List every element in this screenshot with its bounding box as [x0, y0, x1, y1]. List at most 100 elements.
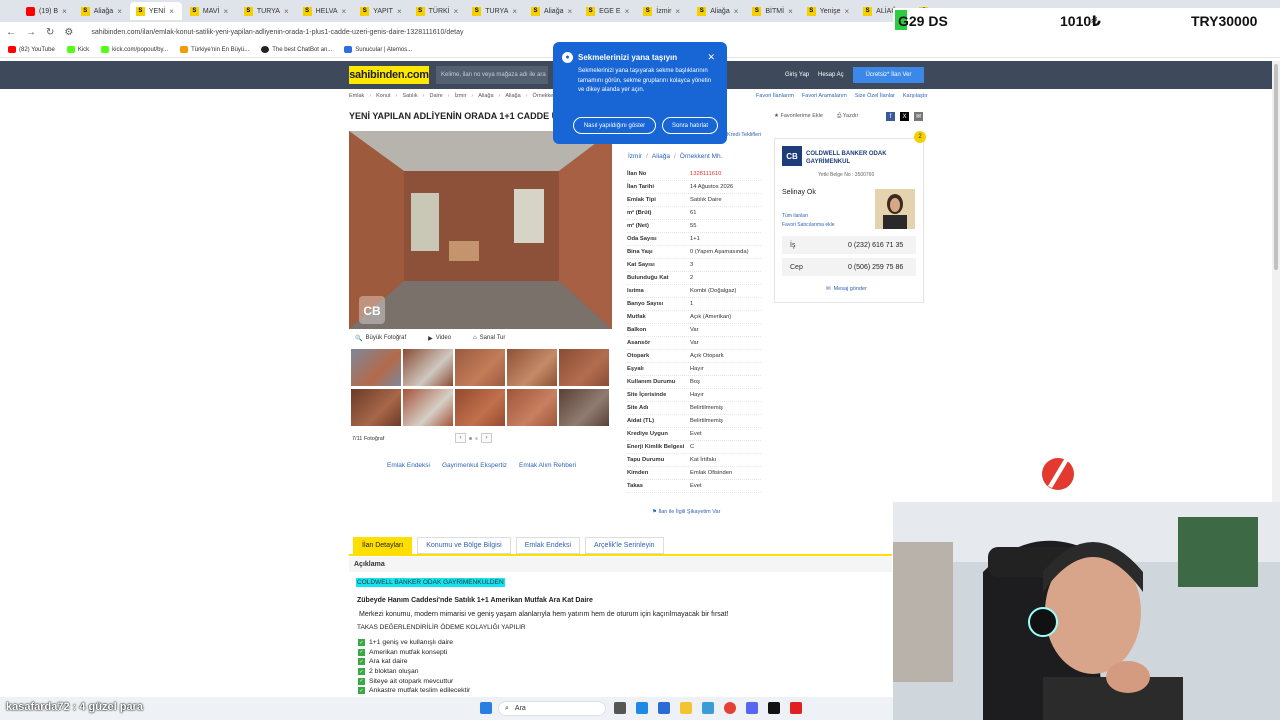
app-icon[interactable]	[702, 702, 714, 714]
detail-tab[interactable]: Emlak Endeksi	[515, 537, 581, 554]
photo-thumbnail[interactable]	[455, 349, 505, 386]
discord-icon[interactable]	[746, 702, 758, 714]
breadcrumb-item[interactable]: Aliağa	[478, 93, 493, 99]
main-photo[interactable]: CB	[349, 131, 612, 329]
photo-thumbnail[interactable]	[403, 389, 453, 426]
close-icon[interactable]: ×	[845, 7, 850, 16]
breadcrumb-item[interactable]: Konut	[376, 93, 390, 99]
edge-icon[interactable]	[636, 702, 648, 714]
breadcrumb-item[interactable]: Emlak	[349, 93, 364, 99]
video-tab[interactable]: ▶ Video	[428, 335, 451, 342]
detail-tab[interactable]: Konumu ve Bölge Bilgisi	[417, 537, 511, 554]
phone-row-mobile[interactable]: Cep 0 (506) 259 75 86	[782, 258, 916, 276]
mail-icon[interactable]: ✉	[914, 112, 923, 121]
close-icon[interactable]: ×	[734, 7, 739, 16]
photo-thumbnail[interactable]	[455, 389, 505, 426]
browser-tab[interactable]: S Aliağa ×	[525, 2, 578, 20]
info-link[interactable]: Emlak Endeksi	[387, 462, 430, 469]
close-icon[interactable]: ×	[625, 7, 630, 16]
print-button[interactable]: ⎙ Yazdır	[837, 113, 858, 120]
app-icon[interactable]	[790, 702, 802, 714]
close-icon[interactable]: ×	[788, 7, 793, 16]
browser-tab[interactable]: S İzmir ×	[637, 2, 689, 20]
photo-thumbnail[interactable]	[403, 349, 453, 386]
forward-icon[interactable]: →	[26, 27, 36, 38]
notification-badge[interactable]: 2	[914, 131, 926, 143]
browser-tab[interactable]: S TURYA ×	[466, 2, 523, 20]
user-link[interactable]: Karşılaştır	[903, 93, 928, 99]
app-icon[interactable]	[768, 702, 780, 714]
detail-tab[interactable]: İlan Detayları	[353, 537, 413, 554]
site-logo[interactable]: sahibinden.com	[349, 66, 429, 84]
url-field[interactable]: sahibinden.com/ilan/emlak-konut-satilik-…	[91, 29, 463, 36]
agent-link[interactable]: Tüm ilanları	[782, 212, 835, 221]
task-view-icon[interactable]	[614, 702, 626, 714]
browser-tab[interactable]: S MAVİ ×	[184, 2, 236, 20]
bookmark-item[interactable]: Türkiye'nin En Büyü...	[180, 46, 249, 53]
bookmark-item[interactable]: The best ChatBot an...	[261, 46, 332, 53]
large-photo-tab[interactable]: 🔍 Büyük Fotoğraf	[355, 335, 406, 342]
close-icon[interactable]: ×	[284, 7, 289, 16]
reload-icon[interactable]: ↻	[46, 27, 54, 38]
browser-tab[interactable]: S Aliağa ×	[75, 2, 128, 20]
photo-thumbnail[interactable]	[559, 349, 609, 386]
photo-thumbnail[interactable]	[351, 349, 401, 386]
browser-tab[interactable]: S HELVA ×	[297, 2, 353, 20]
remind-later-button[interactable]: Sonra hatırlat	[662, 117, 718, 134]
location-item[interactable]: İzmir	[628, 153, 642, 160]
bookmark-item[interactable]: kick.com/popout/by...	[101, 46, 168, 53]
info-link[interactable]: Gayrimenkul Ekspertiz	[442, 462, 507, 469]
user-link[interactable]: Favori İlanlarım	[756, 93, 794, 99]
search-input[interactable]: Kelime, ilan no veya mağaza adı ile ara	[436, 66, 548, 84]
site-info-icon[interactable]: ⚙	[64, 27, 73, 38]
photo-thumbnail[interactable]	[351, 389, 401, 426]
close-icon[interactable]: ×	[512, 7, 517, 16]
photo-thumbnail[interactable]	[507, 389, 557, 426]
favorite-button[interactable]: ★ Favorilerime Ekle	[774, 113, 823, 120]
detail-tab[interactable]: Arçelik'le Serinleyin	[585, 537, 664, 554]
scrollbar-thumb[interactable]	[1274, 64, 1278, 270]
start-icon[interactable]	[480, 702, 492, 714]
explorer-icon[interactable]	[680, 702, 692, 714]
company-name[interactable]: COLDWELL BANKER ODAK GAYRİMENKUL	[806, 150, 896, 166]
browser-tab[interactable]: S YAPIT ×	[354, 2, 407, 20]
prev-page-button[interactable]: ‹	[455, 433, 466, 443]
close-icon[interactable]: ×	[117, 7, 122, 16]
close-icon[interactable]: ×	[568, 7, 573, 16]
photo-thumbnail[interactable]	[507, 349, 557, 386]
report-listing-link[interactable]: ⚑ İlan ile İlgili Şikayetim Var	[652, 509, 720, 515]
bookmark-item[interactable]: Kick	[66, 46, 89, 53]
login-link[interactable]: Giriş Yap	[785, 72, 809, 78]
close-icon[interactable]: ×	[62, 7, 67, 16]
chrome-icon[interactable]	[724, 702, 736, 714]
browser-tab[interactable]: S BİTMİ ×	[746, 2, 798, 20]
browser-tab[interactable]: S TURYA ×	[238, 2, 295, 20]
back-icon[interactable]: ←	[6, 27, 16, 38]
browser-tab[interactable]: (19) B ×	[20, 2, 73, 20]
taskbar-search[interactable]: ⌕ Ara	[498, 701, 606, 716]
close-icon[interactable]: ×	[223, 7, 228, 16]
location-item[interactable]: Örnekkent Mh.	[680, 153, 723, 160]
close-icon[interactable]: ×	[454, 7, 459, 16]
facebook-icon[interactable]: f	[886, 112, 895, 121]
browser-tab[interactable]: S Aliağa ×	[691, 2, 744, 20]
breadcrumb-item[interactable]: İzmir	[454, 93, 466, 99]
close-icon[interactable]: ✕	[707, 52, 715, 63]
page-dot[interactable]	[475, 436, 478, 440]
breadcrumb-item[interactable]: Aliağa	[505, 93, 520, 99]
company-logo[interactable]: CB	[782, 146, 802, 166]
app-icon[interactable]	[658, 702, 670, 714]
page-dot[interactable]	[469, 436, 472, 440]
close-icon[interactable]: ×	[675, 7, 680, 16]
virtual-tour-tab[interactable]: ⌂ Sanal Tur	[473, 335, 505, 341]
location-item[interactable]: Aliağa	[652, 153, 670, 160]
register-link[interactable]: Hesap Aç	[818, 72, 844, 78]
browser-tab[interactable]: S YENİ ×	[129, 2, 182, 20]
show-how-button[interactable]: Nasıl yapıldığını göster	[573, 117, 656, 134]
browser-tab[interactable]: S Yenişe ×	[801, 2, 855, 20]
phone-row-work[interactable]: İş 0 (232) 616 71 35	[782, 236, 916, 254]
breadcrumb-item[interactable]: Daire	[429, 93, 442, 99]
credit-offers-link[interactable]: Kredi Teklifleri	[727, 132, 761, 138]
user-link[interactable]: Size Özel İlanlar	[855, 93, 895, 99]
close-icon[interactable]: ×	[397, 7, 402, 16]
